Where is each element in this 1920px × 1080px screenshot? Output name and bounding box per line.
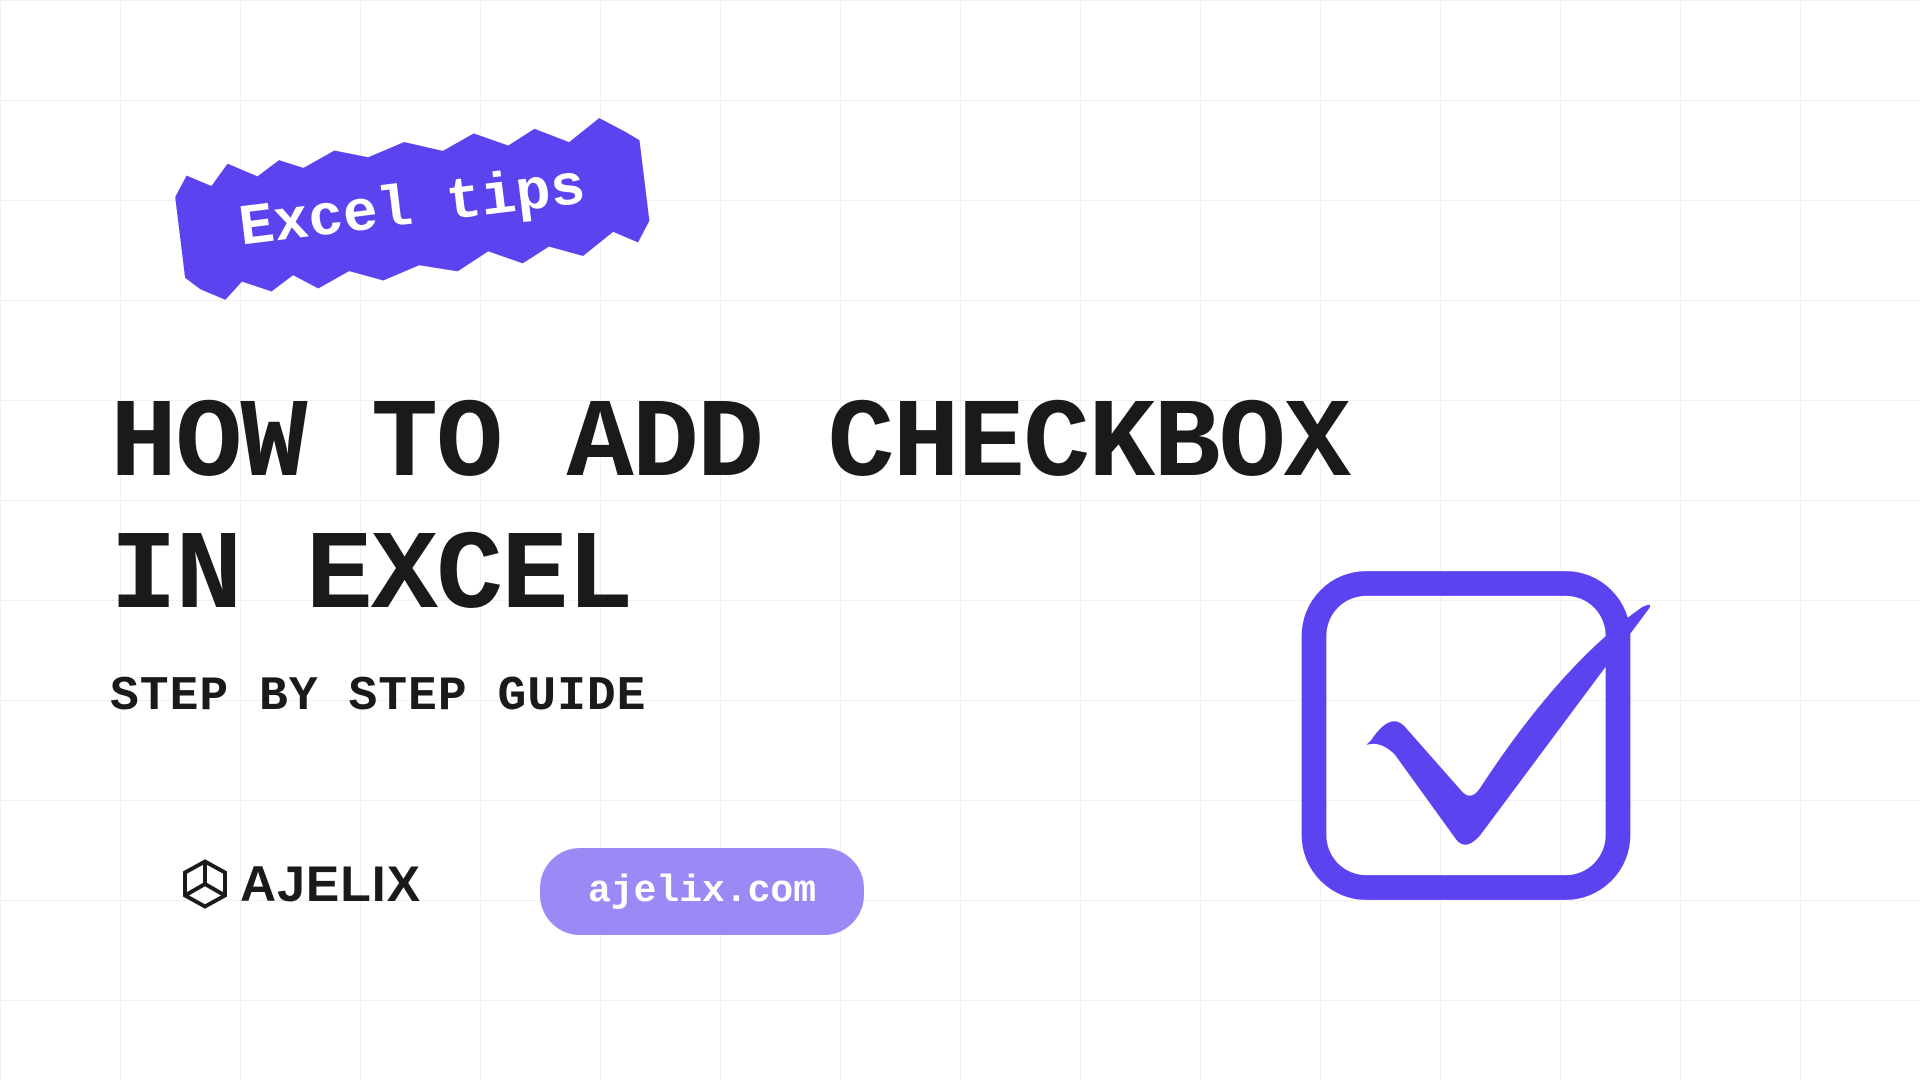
title-line-1: HOW TO ADD CHECKBOX — [110, 380, 1349, 512]
url-pill: ajelix.com — [540, 848, 864, 935]
title-line-2: IN EXCEL — [110, 512, 1349, 644]
hexagon-logo-icon — [180, 859, 230, 909]
url-text: ajelix.com — [588, 870, 816, 913]
category-text: Excel tips — [236, 156, 589, 263]
brand-logo: AJELIX — [180, 855, 421, 913]
content-wrapper: Excel tips HOW TO ADD CHECKBOX IN EXCEL … — [0, 0, 1920, 1080]
brand-name: AJELIX — [240, 855, 421, 913]
subtitle: STEP BY STEP GUIDE — [110, 670, 646, 724]
main-title: HOW TO ADD CHECKBOX IN EXCEL — [110, 380, 1349, 644]
checkbox-checked-icon — [1295, 555, 1675, 935]
category-tape-label: Excel tips — [172, 113, 653, 304]
